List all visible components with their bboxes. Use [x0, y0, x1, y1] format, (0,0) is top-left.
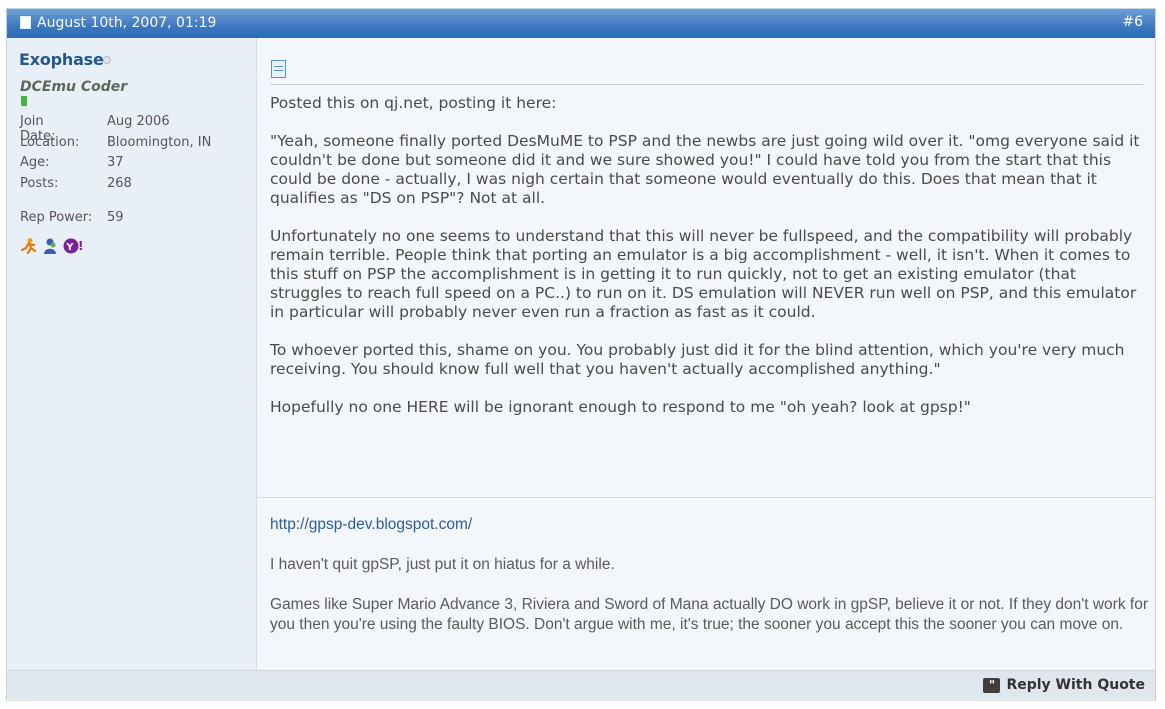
stat-value: 268 — [107, 175, 132, 191]
signature-line: I haven't quit gpSP, just put it on hiat… — [270, 556, 615, 573]
post-date: August 10th, 2007, 01:19 — [37, 15, 217, 31]
offline-status-icon — [103, 56, 111, 64]
signature-divider — [257, 497, 1155, 498]
svg-text:!: ! — [78, 239, 83, 253]
message-paragraph: Posted this on qj.net, posting it here: — [270, 94, 557, 112]
signature: http://gpsp-dev.blogspot.com/ I haven't … — [270, 515, 1150, 655]
reputation-bar-icon[interactable] — [21, 96, 27, 106]
post-header: August 10th, 2007, 01:19 #6 — [7, 9, 1155, 38]
post-number-link[interactable]: #6 — [1122, 14, 1143, 30]
message-paragraph: Hopefully no one HERE will be ignorant e… — [270, 398, 971, 416]
signature-line: Games like Super Mario Advance 3, Rivier… — [270, 596, 1148, 633]
stat-label: Age: — [20, 155, 50, 170]
aim-icon[interactable] — [20, 237, 38, 255]
quote-bubble-icon: " — [983, 677, 1001, 693]
username-link[interactable]: Exophase — [19, 50, 104, 69]
msn-icon[interactable] — [41, 237, 59, 255]
rep-power-label: Rep Power: — [20, 210, 93, 225]
message-document-icon — [271, 60, 286, 78]
signature-link[interactable]: http://gpsp-dev.blogspot.com/ — [270, 516, 472, 533]
rep-power-value: 59 — [107, 210, 124, 225]
stat-label: Posts: — [20, 175, 59, 191]
reply-with-quote-button[interactable]: " Reply With Quote — [983, 677, 1145, 693]
title-divider — [270, 84, 1143, 85]
yahoo-icon[interactable]: Y ! — [63, 237, 83, 255]
post-message: Posted this on qj.net, posting it here: … — [270, 94, 1145, 436]
message-paragraph: Unfortunately no one seems to understand… — [270, 227, 1137, 321]
message-paragraph: To whoever ported this, shame on you. Yo… — [270, 341, 1125, 378]
reply-with-quote-label: Reply With Quote — [1006, 677, 1145, 693]
stat-label: Location: — [20, 134, 80, 150]
forum-post: August 10th, 2007, 01:19 #6 Exophase DCE… — [6, 8, 1156, 701]
post-document-icon — [20, 16, 31, 29]
svg-text:Y: Y — [65, 242, 74, 253]
message-paragraph: "Yeah, someone finally ported DesMuME to… — [270, 132, 1140, 207]
user-title: DCEmu Coder — [20, 79, 128, 95]
post-footer: " Reply With Quote — [7, 670, 1155, 701]
stat-value: Aug 2006 — [107, 114, 170, 129]
stat-value: Bloomington, IN — [107, 134, 212, 150]
stat-value: 37 — [107, 155, 124, 170]
post-content: Posted this on qj.net, posting it here: … — [257, 38, 1155, 670]
user-info-panel: Exophase DCEmu Coder Join Date: Aug 2006… — [7, 38, 257, 670]
